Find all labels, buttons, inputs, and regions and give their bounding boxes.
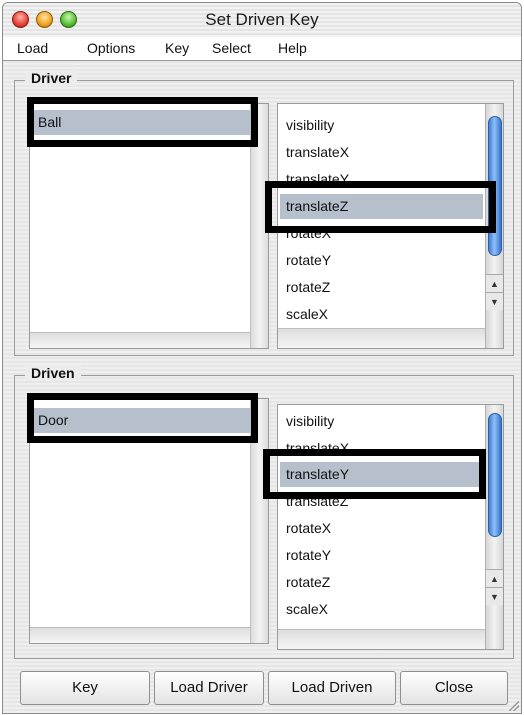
driven-object-hscrollbar[interactable] bbox=[30, 627, 250, 643]
driven-attr-rotatey[interactable]: rotateY bbox=[280, 543, 501, 568]
driver-group: Driver Ball visibility translateX transl… bbox=[14, 70, 514, 356]
driven-scroll-thumb[interactable] bbox=[488, 413, 502, 537]
driver-attr-translatez[interactable]: translateZ bbox=[280, 194, 483, 219]
driven-attr-translatey[interactable]: translateY bbox=[280, 462, 483, 487]
scroll-down-arrow-icon[interactable]: ▼ bbox=[486, 587, 503, 605]
close-button[interactable]: Close bbox=[400, 671, 508, 705]
driver-attribute-list[interactable]: visibility translateX translateY transla… bbox=[277, 103, 504, 349]
driver-attr-rotatey[interactable]: rotateY bbox=[280, 248, 501, 273]
driver-object-hscrollbar[interactable] bbox=[30, 332, 250, 348]
driven-attr-rotatex[interactable]: rotateX bbox=[280, 516, 501, 541]
driven-object-scrollbar[interactable] bbox=[250, 399, 268, 643]
driver-attribute-scrollbar[interactable]: ▲ ▼ bbox=[485, 104, 503, 348]
driven-attr-rotatez[interactable]: rotateZ bbox=[280, 570, 501, 595]
window-title: Set Driven Key bbox=[205, 10, 319, 29]
driven-attr-scalex[interactable]: scaleX bbox=[280, 597, 501, 622]
menu-help[interactable]: Help bbox=[278, 40, 307, 56]
resize-grip-icon[interactable] bbox=[509, 701, 519, 711]
load-driver-button[interactable]: Load Driver bbox=[154, 671, 264, 705]
driven-attr-translatex[interactable]: translateX bbox=[280, 436, 501, 461]
driver-attr-rotatez[interactable]: rotateZ bbox=[280, 275, 501, 300]
key-button[interactable]: Key bbox=[20, 671, 150, 705]
set-driven-key-window: Set Driven Key Load Options Key Select H… bbox=[2, 2, 522, 714]
menu-options[interactable]: Options bbox=[87, 40, 135, 56]
driver-attr-translatex[interactable]: translateX bbox=[280, 140, 501, 165]
driven-attr-visibility[interactable]: visibility bbox=[280, 409, 501, 434]
driver-attr-scalex[interactable]: scaleX bbox=[280, 302, 501, 327]
menu-select[interactable]: Select bbox=[212, 40, 251, 56]
driven-attribute-scrollbar[interactable]: ▲ ▼ bbox=[485, 405, 503, 649]
menu-bar: Load Options Key Select Help bbox=[3, 37, 521, 61]
scroll-down-arrow-icon[interactable]: ▼ bbox=[486, 292, 503, 310]
driver-object-item[interactable]: Ball bbox=[32, 110, 266, 135]
driver-attr-rotatex[interactable]: rotateX bbox=[280, 221, 501, 246]
driver-object-list[interactable]: Ball bbox=[29, 103, 269, 349]
driven-attr-translatez[interactable]: translateZ bbox=[280, 489, 501, 514]
driven-group-title: Driven bbox=[25, 365, 81, 381]
driver-object-scrollbar[interactable] bbox=[250, 104, 268, 348]
driven-attribute-hscrollbar[interactable] bbox=[278, 629, 485, 649]
driver-attr-visibility[interactable]: visibility bbox=[280, 113, 501, 138]
driven-group: Driven Door visibility translateX transl… bbox=[14, 365, 514, 659]
scroll-up-arrow-icon[interactable]: ▲ bbox=[486, 569, 503, 587]
driven-object-item[interactable]: Door bbox=[32, 408, 266, 433]
button-bar: Key Load Driver Load Driven Close bbox=[14, 671, 514, 705]
scroll-up-arrow-icon[interactable]: ▲ bbox=[486, 274, 503, 292]
driver-attribute-hscrollbar[interactable] bbox=[278, 328, 485, 348]
load-driven-button[interactable]: Load Driven bbox=[268, 671, 396, 705]
driven-attribute-list[interactable]: visibility translateX translateY transla… bbox=[277, 404, 504, 650]
menu-load[interactable]: Load bbox=[17, 40, 48, 56]
title-bar[interactable]: Set Driven Key bbox=[3, 3, 521, 38]
menu-key[interactable]: Key bbox=[165, 40, 189, 56]
driven-object-list[interactable]: Door bbox=[29, 398, 269, 644]
driver-attr-translatey[interactable]: translateY bbox=[280, 167, 501, 192]
driver-group-title: Driver bbox=[25, 70, 78, 86]
driver-scroll-thumb[interactable] bbox=[488, 116, 502, 256]
